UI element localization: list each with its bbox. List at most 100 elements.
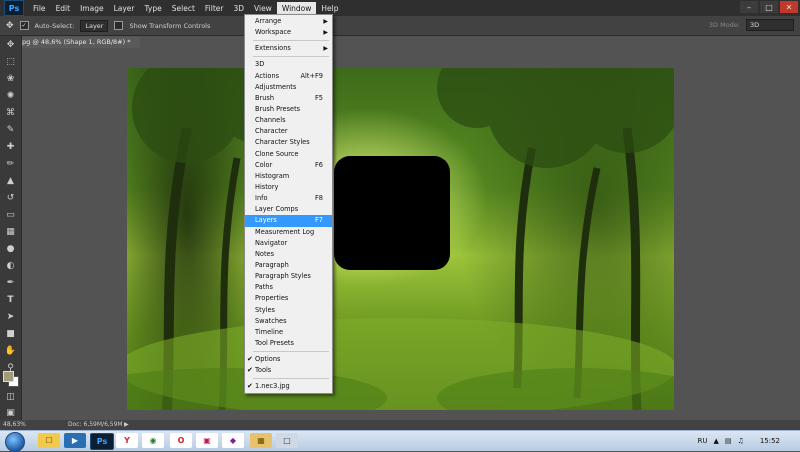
- media-player-icon[interactable]: ▶: [64, 433, 86, 448]
- window-menu-item-info[interactable]: Info F8: [245, 193, 332, 204]
- tray-arrow-icon[interactable]: ▲: [714, 437, 719, 445]
- foreground-color-swatch[interactable]: [3, 371, 14, 382]
- auto-select-checkbox[interactable]: ✓: [19, 21, 29, 30]
- window-menu-item-brush[interactable]: Brush F5: [245, 93, 332, 104]
- network-icon[interactable]: ▤: [725, 437, 732, 445]
- window-menu-item-3d[interactable]: 3D: [245, 59, 332, 70]
- status-bar: 48,63% Doc: 6,59M/6,59M ▶: [0, 420, 800, 430]
- window-menu-item-notes[interactable]: Notes: [245, 249, 332, 260]
- app-icon-2[interactable]: ◆: [222, 433, 244, 448]
- document-tab[interactable]: pg @ 48,6% (Shape 1, RGB/8#) *: [20, 37, 140, 48]
- history-brush-tool-icon[interactable]: ↺: [0, 189, 21, 206]
- folder-icon[interactable]: ▦: [250, 433, 272, 448]
- document-canvas[interactable]: [127, 68, 674, 410]
- window-menu-item-history[interactable]: History: [245, 182, 332, 193]
- window-menu-item-brush-presets[interactable]: Brush Presets: [245, 104, 332, 115]
- window-menu-item-adjustments[interactable]: Adjustments: [245, 82, 332, 93]
- eyedropper-tool-icon[interactable]: ✎: [0, 121, 21, 138]
- window-icon[interactable]: □: [276, 433, 298, 448]
- gradient-tool-icon[interactable]: ▦: [0, 223, 21, 240]
- shape-1-rounded-rectangle[interactable]: [334, 156, 450, 270]
- eraser-tool-icon[interactable]: ▭: [0, 206, 21, 223]
- zoom-level[interactable]: 48,63%: [3, 420, 26, 430]
- brush-tool-icon[interactable]: ✏: [0, 155, 21, 172]
- menu-3d[interactable]: 3D: [228, 2, 249, 15]
- maximize-button[interactable]: □: [760, 1, 778, 13]
- window-menu-item-character-styles[interactable]: Character Styles: [245, 137, 332, 148]
- window-menu-item-1-nec3-jpg[interactable]: ✔ 1.nec3.jpg: [245, 381, 332, 392]
- menu-filter[interactable]: Filter: [200, 2, 229, 15]
- window-menu-item-layers[interactable]: Layers F7: [245, 215, 332, 227]
- window-menu-item-styles[interactable]: Styles: [245, 305, 332, 316]
- window-menu-item-tools[interactable]: ✔ Tools: [245, 365, 332, 376]
- window-menu-item-timeline[interactable]: Timeline: [245, 327, 332, 338]
- submenu-arrow-icon: ▶: [323, 45, 328, 53]
- shape-tool-icon[interactable]: ■: [0, 325, 21, 342]
- window-menu-item-workspace[interactable]: Workspace ▶: [245, 27, 332, 38]
- window-menu-item-measurement-log[interactable]: Measurement Log: [245, 227, 332, 238]
- window-menu-item-paths[interactable]: Paths: [245, 282, 332, 293]
- menu-item-label: Notes: [255, 249, 275, 258]
- menu-image[interactable]: Image: [75, 2, 109, 15]
- start-button[interactable]: [5, 432, 25, 452]
- menu-select[interactable]: Select: [167, 2, 200, 15]
- window-menu-item-properties[interactable]: Properties: [245, 293, 332, 304]
- window-menu-item-actions[interactable]: Actions Alt+F9: [245, 71, 332, 82]
- window-menu-item-swatches[interactable]: Swatches: [245, 316, 332, 327]
- menu-window[interactable]: Window: [276, 1, 317, 15]
- close-button[interactable]: ✕: [780, 1, 798, 13]
- volume-icon[interactable]: ♫: [738, 437, 744, 445]
- healing-brush-tool-icon[interactable]: ✚: [0, 138, 21, 155]
- lasso-tool-icon[interactable]: ❀: [0, 70, 21, 87]
- blur-tool-icon[interactable]: ●: [0, 240, 21, 257]
- hand-tool-icon[interactable]: ✋: [0, 342, 21, 359]
- marquee-tool-icon[interactable]: ⬚: [0, 53, 21, 70]
- move-tool-icon[interactable]: ✥: [6, 21, 14, 31]
- window-menu-item-options[interactable]: ✔ Options: [245, 354, 332, 365]
- window-menu-item-extensions[interactable]: Extensions ▶: [245, 43, 332, 54]
- clock[interactable]: 15:52: [760, 437, 780, 445]
- checkmark-icon: ✔: [247, 355, 253, 364]
- quick-mask-icon[interactable]: ◫: [0, 388, 21, 405]
- auto-select-dropdown[interactable]: Layer: [80, 19, 109, 32]
- menu-help[interactable]: Help: [316, 2, 343, 15]
- menu-file[interactable]: File: [28, 2, 51, 15]
- clone-stamp-tool-icon[interactable]: ▲: [0, 172, 21, 189]
- move-tool-icon[interactable]: ✥: [0, 36, 21, 53]
- yandex-browser-icon[interactable]: Y: [116, 433, 138, 448]
- window-menu-item-color[interactable]: Color F6: [245, 160, 332, 171]
- menu-item-shortcut: Alt+F9: [300, 71, 323, 80]
- window-menu-item-paragraph[interactable]: Paragraph: [245, 260, 332, 271]
- window-menu-item-channels[interactable]: Channels: [245, 115, 332, 126]
- dodge-tool-icon[interactable]: ◐: [0, 257, 21, 274]
- status-menu-arrow-icon[interactable]: ▶: [124, 420, 129, 430]
- window-menu-item-clone-source[interactable]: Clone Source: [245, 149, 332, 160]
- workspace-dropdown[interactable]: 3D: [746, 19, 794, 31]
- menu-type[interactable]: Type: [140, 2, 167, 15]
- language-indicator[interactable]: RU: [698, 437, 708, 445]
- opera-icon[interactable]: O: [170, 433, 192, 448]
- window-menu-item-histogram[interactable]: Histogram: [245, 171, 332, 182]
- window-menu-item-paragraph-styles[interactable]: Paragraph Styles: [245, 271, 332, 282]
- type-tool-icon[interactable]: T: [0, 291, 21, 308]
- window-menu-item-character[interactable]: Character: [245, 126, 332, 137]
- chrome-icon[interactable]: ◉: [142, 433, 164, 448]
- crop-tool-icon[interactable]: ⌘: [0, 104, 21, 121]
- pen-tool-icon[interactable]: ✒: [0, 274, 21, 291]
- explorer-icon[interactable]: ☐: [38, 433, 60, 448]
- menu-edit[interactable]: Edit: [51, 2, 76, 15]
- window-menu-item-tool-presets[interactable]: Tool Presets: [245, 338, 332, 349]
- quick-select-tool-icon[interactable]: ✺: [0, 87, 21, 104]
- minimize-button[interactable]: –: [740, 1, 758, 13]
- window-menu-item-layer-comps[interactable]: Layer Comps: [245, 204, 332, 215]
- toolbox: ✥ ⬚ ❀ ✺ ⌘ ✎ ✚ ✏ ▲ ↺ ▭ ▦ ● ◐ ✒ T ➤ ■ ✋ ⚲ …: [0, 36, 22, 420]
- window-menu-item-arrange[interactable]: Arrange ▶: [245, 16, 332, 27]
- window-menu-item-navigator[interactable]: Navigator: [245, 238, 332, 249]
- menu-layer[interactable]: Layer: [109, 2, 140, 15]
- path-select-tool-icon[interactable]: ➤: [0, 308, 21, 325]
- menu-view[interactable]: View: [249, 2, 277, 15]
- show-transform-checkbox[interactable]: [114, 21, 124, 30]
- screen-mode-icon[interactable]: ▣: [0, 404, 21, 421]
- app-icon-1[interactable]: ▣: [196, 433, 218, 448]
- photoshop-taskbar-icon[interactable]: Ps: [90, 433, 114, 450]
